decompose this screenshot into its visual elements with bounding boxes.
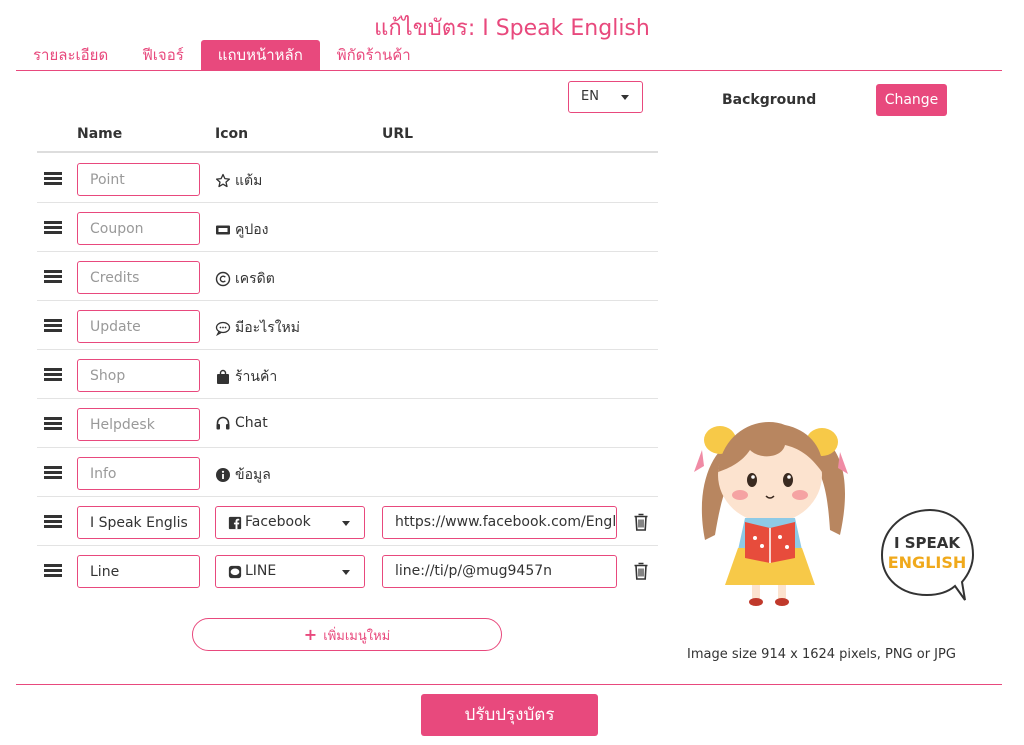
- icon-label: มีอะไรใหม่: [215, 317, 300, 339]
- icon-label: ข้อมูล: [215, 464, 271, 486]
- add-menu-button[interactable]: + เพิ่มเมนูใหม่: [192, 618, 502, 651]
- column-header-icon: Icon: [215, 126, 249, 142]
- name-input[interactable]: [77, 506, 200, 539]
- info-icon: [216, 468, 230, 482]
- icon-label: ร้านค้า: [215, 366, 277, 388]
- line-icon: [228, 565, 242, 578]
- menu-row-info: ข้อมูล: [37, 448, 658, 497]
- shopping-bag-icon: [217, 369, 229, 384]
- menu-row-helpdesk: Chat: [37, 399, 658, 448]
- name-input[interactable]: [77, 163, 200, 196]
- menu-row-update: มีอะไรใหม่: [37, 301, 658, 350]
- name-input[interactable]: [77, 212, 200, 245]
- footer-divider: [16, 684, 1002, 685]
- tab-home-bar[interactable]: แถบหน้าหลัก: [200, 40, 320, 70]
- drag-handle-icon[interactable]: [44, 221, 62, 234]
- icon-select-value: LINE: [245, 563, 277, 579]
- chevron-down-icon: [342, 570, 350, 575]
- drag-handle-icon[interactable]: [44, 270, 62, 283]
- url-input[interactable]: https://www.facebook.com/EnglishSpeak: [382, 506, 617, 539]
- trash-icon[interactable]: [633, 512, 649, 532]
- drag-handle-icon[interactable]: [44, 368, 62, 381]
- icon-label-text: ร้านค้า: [235, 369, 278, 385]
- tab-features[interactable]: ฟีเจอร์: [125, 40, 201, 70]
- icon-select[interactable]: LINE: [215, 555, 365, 588]
- drag-handle-icon[interactable]: [44, 515, 62, 528]
- column-header-name: Name: [77, 126, 123, 142]
- plus-icon: +: [303, 625, 318, 644]
- header-divider: [37, 151, 658, 153]
- name-input[interactable]: [77, 261, 200, 294]
- drag-handle-icon[interactable]: [44, 417, 62, 430]
- icon-select-value: Facebook: [245, 514, 311, 530]
- name-input[interactable]: [77, 408, 200, 441]
- menu-row-shop: ร้านค้า: [37, 350, 658, 399]
- logo-text-line2: ENGLISH: [888, 553, 967, 572]
- icon-label: แต้ม: [215, 170, 262, 192]
- tab-details[interactable]: รายละเอียด: [16, 40, 125, 70]
- chevron-down-icon: [342, 521, 350, 526]
- change-background-button[interactable]: Change: [876, 84, 947, 116]
- image-size-note: Image size 914 x 1624 pixels, PNG or JPG: [687, 647, 956, 662]
- tab-divider: [16, 70, 1002, 71]
- add-menu-label: เพิ่มเมนูใหม่: [323, 629, 391, 644]
- logo-text-line1: I SPEAK: [894, 534, 961, 552]
- headphones-icon: [216, 416, 230, 430]
- drag-handle-icon[interactable]: [44, 466, 62, 479]
- icon-label-text: มีอะไรใหม่: [235, 320, 301, 336]
- trash-icon[interactable]: [633, 561, 649, 581]
- drag-handle-icon[interactable]: [44, 172, 62, 185]
- name-input[interactable]: [77, 359, 200, 392]
- star-icon: [215, 173, 231, 188]
- menu-row-point: แต้ม: [37, 154, 658, 203]
- facebook-icon: [228, 516, 242, 529]
- icon-label-text: แต้ม: [235, 173, 263, 189]
- menu-row-line: LINE line://ti/p/@mug9457n: [37, 546, 658, 595]
- icon-label: Chat: [215, 415, 268, 431]
- comment-icon: [215, 321, 231, 336]
- name-input[interactable]: [77, 457, 200, 490]
- icon-select[interactable]: Facebook: [215, 506, 365, 539]
- icon-label: คูปอง: [215, 219, 269, 241]
- language-select-value: EN: [581, 89, 599, 104]
- icon-label-text: คูปอง: [235, 222, 269, 238]
- drag-handle-icon[interactable]: [44, 564, 62, 577]
- menu-row-coupon: คูปอง: [37, 203, 658, 252]
- tab-bar: รายละเอียด ฟีเจอร์ แถบหน้าหลัก พิกัดร้าน…: [16, 40, 428, 70]
- tab-store-location[interactable]: พิกัดร้านค้า: [320, 40, 428, 70]
- icon-label-text: ข้อมูล: [235, 467, 271, 483]
- copyright-icon: [215, 271, 231, 287]
- icon-label: เครดิต: [215, 268, 275, 290]
- background-label: Background: [722, 92, 817, 108]
- menu-row-facebook: Facebook https://www.facebook.com/Englis…: [37, 497, 658, 546]
- icon-label-text: Chat: [235, 415, 268, 431]
- language-select[interactable]: EN: [568, 81, 643, 113]
- icon-label-text: เครดิต: [235, 271, 275, 287]
- menu-row-credits: เครดิต: [37, 252, 658, 301]
- column-header-url: URL: [382, 126, 414, 142]
- url-input[interactable]: line://ti/p/@mug9457n: [382, 555, 617, 588]
- drag-handle-icon[interactable]: [44, 319, 62, 332]
- ticket-icon: [216, 225, 230, 235]
- chevron-down-icon: [621, 95, 629, 100]
- update-card-button[interactable]: ปรับปรุงบัตร: [421, 694, 598, 736]
- name-input[interactable]: [77, 555, 200, 588]
- background-preview-image: I SPEAK ENGLISH: [694, 422, 975, 606]
- name-input[interactable]: [77, 310, 200, 343]
